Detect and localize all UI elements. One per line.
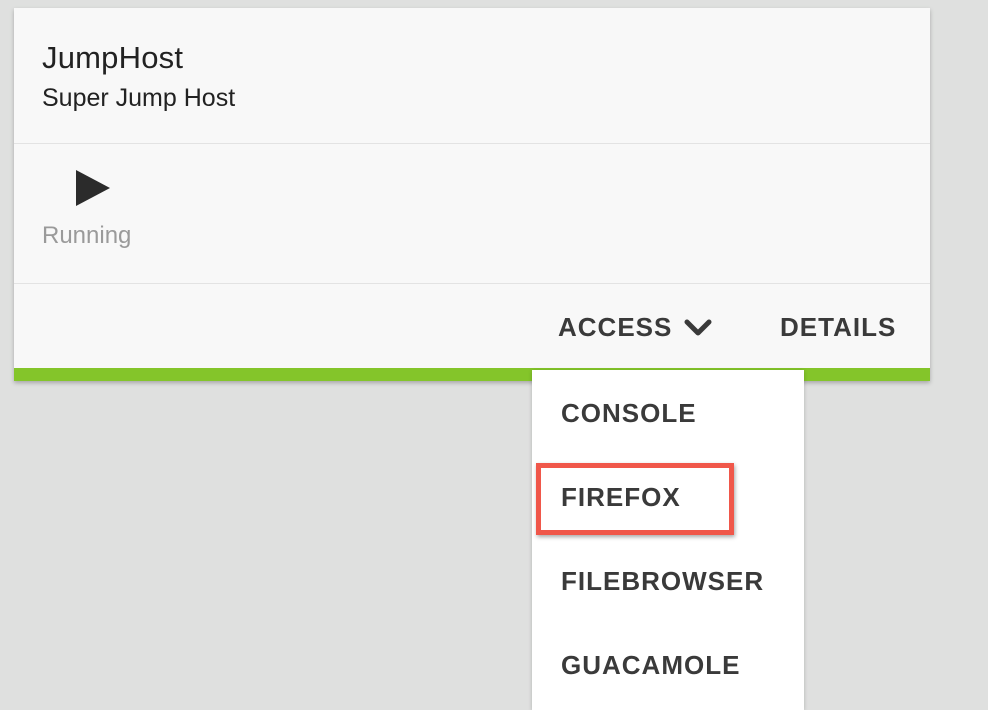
access-dropdown-menu: CONSOLE FIREFOX FILEBROWSER GUACAMOLE bbox=[532, 370, 804, 710]
status-area: Running bbox=[14, 144, 930, 284]
card-actions: ACCESS DETAILS bbox=[14, 284, 930, 368]
card-title: JumpHost bbox=[42, 40, 184, 75]
menu-item-console[interactable]: CONSOLE bbox=[561, 398, 697, 429]
card-subtitle: Super Jump Host bbox=[42, 84, 236, 112]
access-label: ACCESS bbox=[558, 312, 673, 342]
menu-item-guacamole[interactable]: GUACAMOLE bbox=[561, 650, 740, 681]
vm-card: JumpHost Super Jump Host Running ACCESS … bbox=[14, 8, 930, 381]
access-button[interactable]: ACCESS bbox=[558, 312, 712, 343]
status-label: Running bbox=[42, 222, 132, 249]
chevron-down-icon bbox=[684, 319, 712, 335]
menu-item-firefox[interactable]: FIREFOX bbox=[561, 482, 681, 513]
menu-item-filebrowser[interactable]: FILEBROWSER bbox=[561, 566, 764, 597]
card-header: JumpHost Super Jump Host bbox=[14, 8, 930, 144]
play-icon bbox=[76, 170, 110, 206]
details-button[interactable]: DETAILS bbox=[780, 312, 896, 343]
